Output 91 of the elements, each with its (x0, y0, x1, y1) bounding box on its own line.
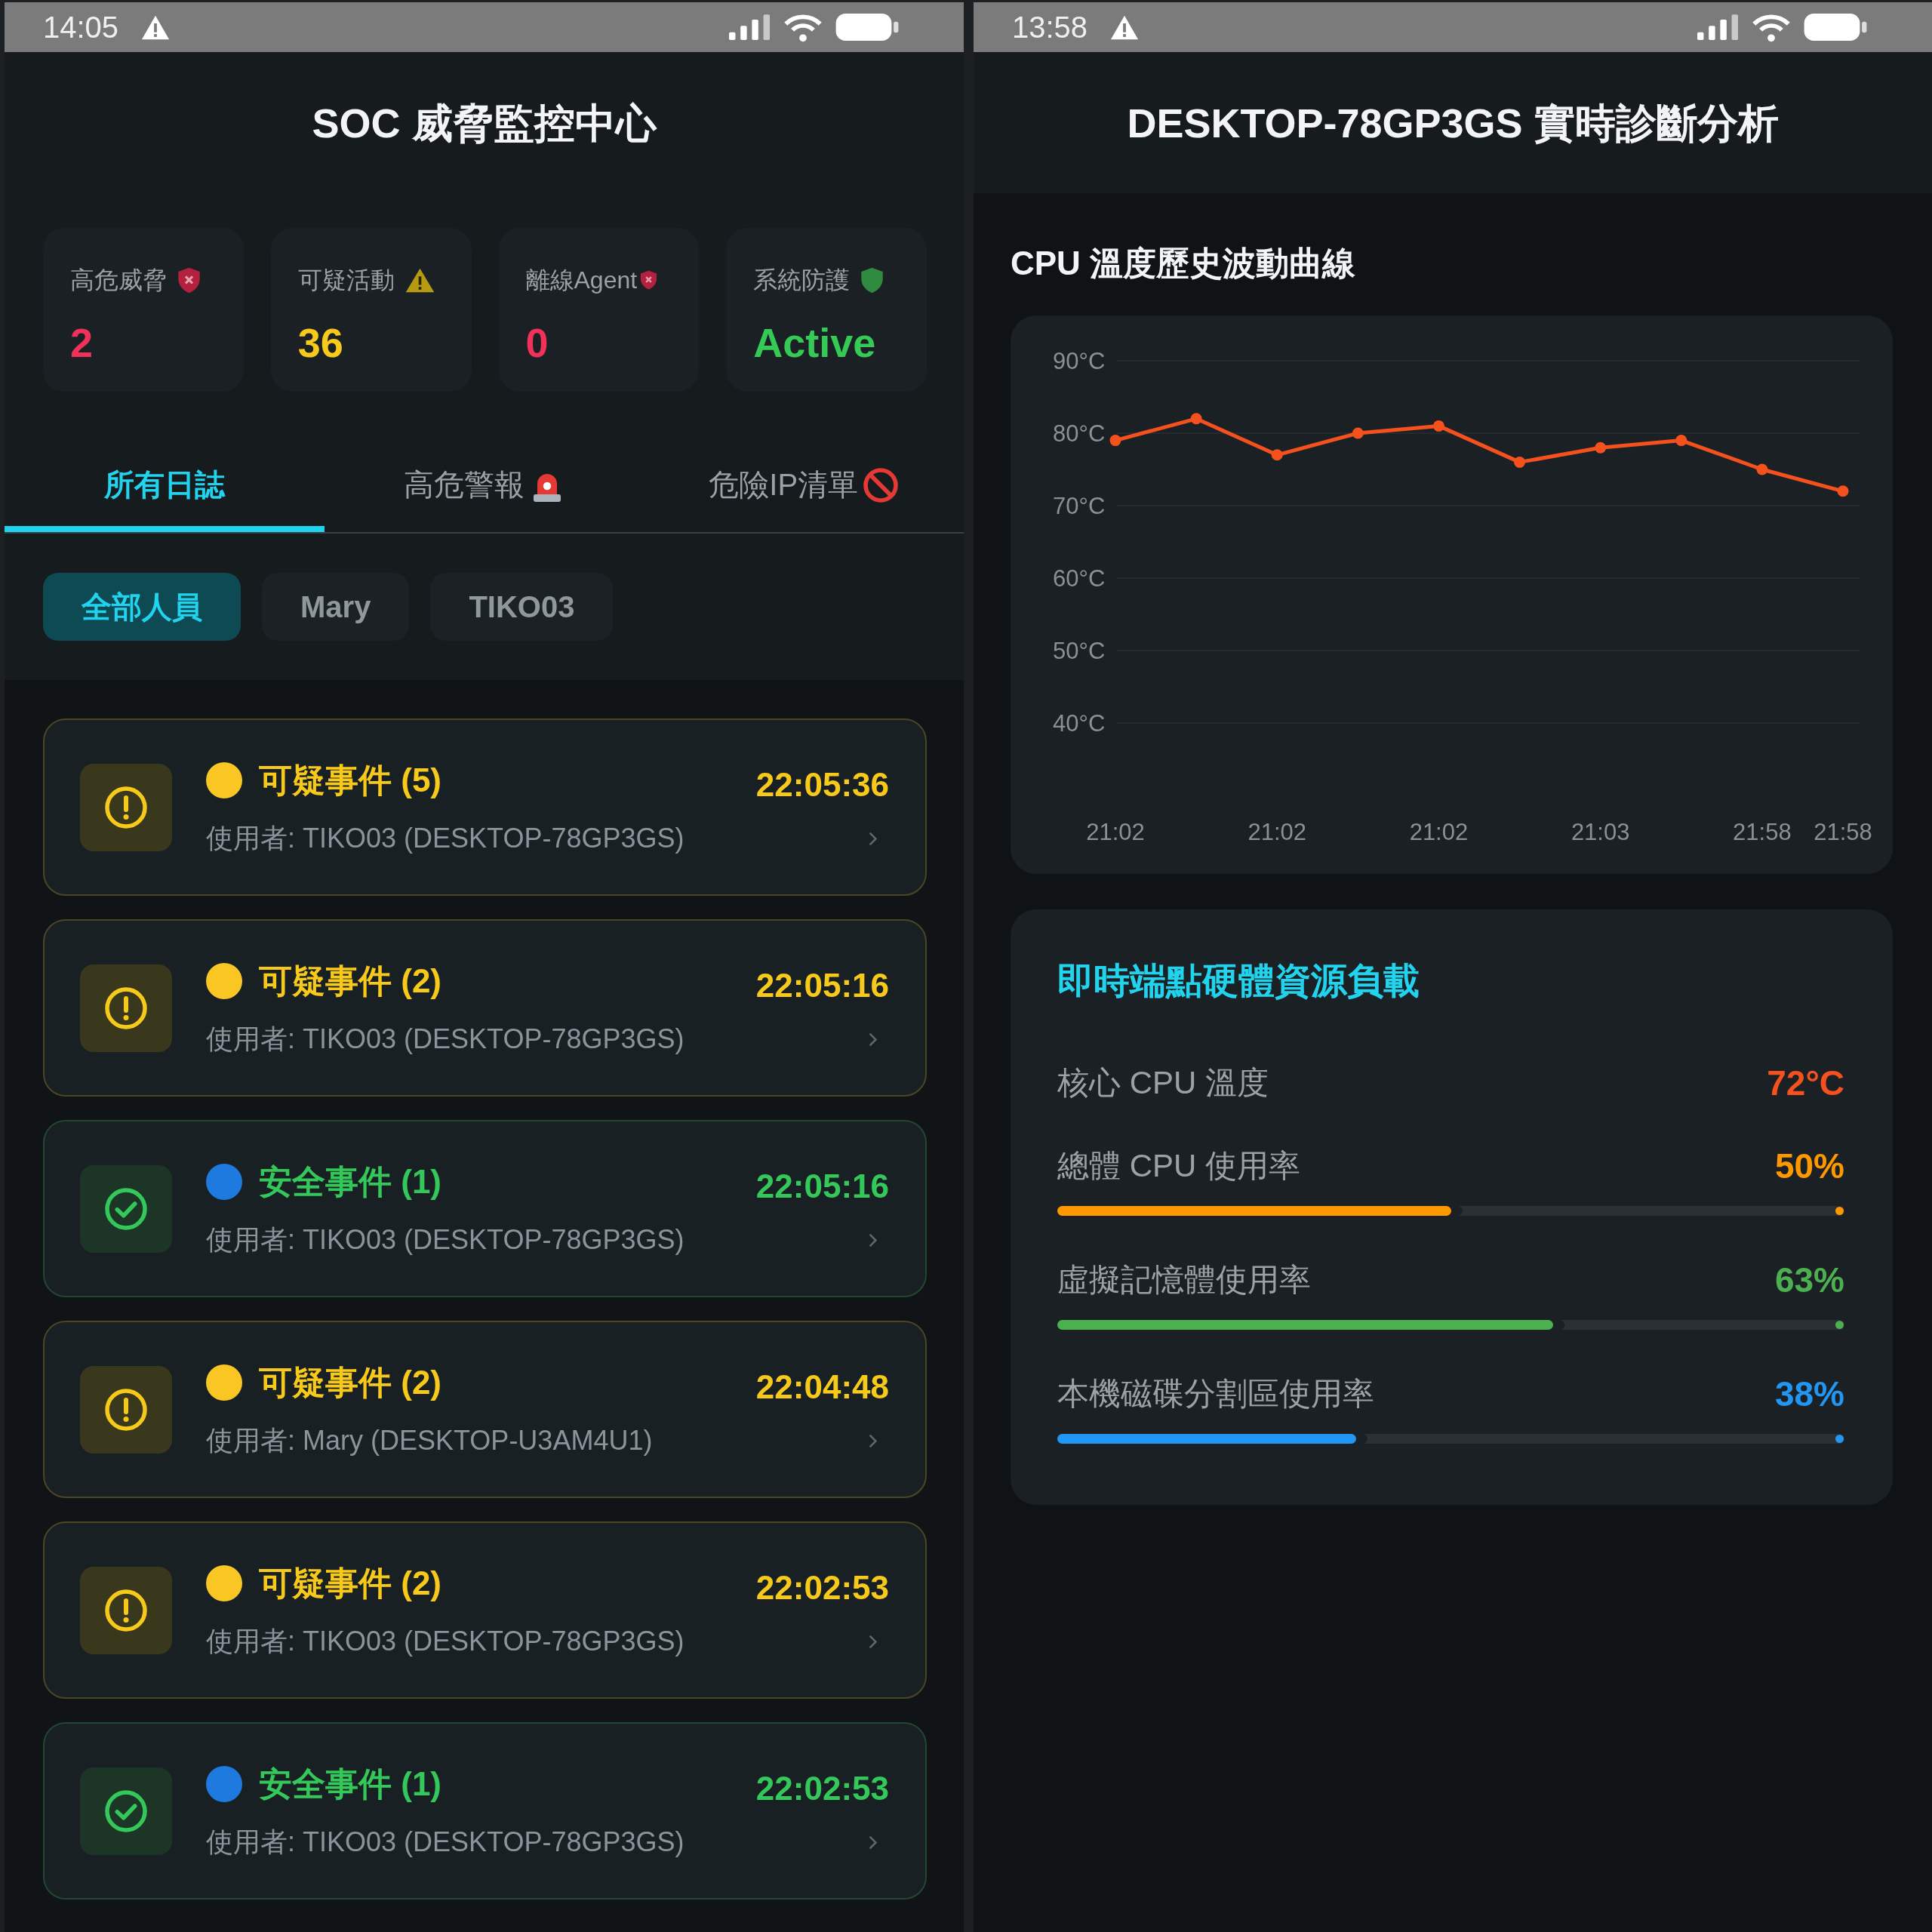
resource-reading: 63% (1774, 1261, 1844, 1299)
chevron-right-icon (868, 1232, 878, 1248)
status-time: 14:05 (43, 10, 119, 45)
axis-label: 21:02 (1409, 818, 1469, 845)
event-user: 使用者: Mary (DESKTOP-U3AM4U1) (206, 1424, 653, 1457)
event-user: 使用者: TIKO03 (DESKTOP-78GP3GS) (206, 1223, 685, 1257)
axis-label: 21:02 (1086, 818, 1145, 845)
chevron-right-icon (868, 1834, 878, 1850)
signal-icon (729, 14, 770, 40)
screen-title: SOC 威脅監控中心 (311, 100, 658, 147)
data-point (1595, 441, 1607, 454)
stat-label: 離線Agent (525, 266, 638, 294)
event-card[interactable]: 安全事件 (1) 22:02:53 使用者: TIKO03 (DESKTOP-78GP3GS) (43, 1722, 927, 1900)
chevron-right-icon (868, 1031, 878, 1048)
axis-label: 80°C (1053, 420, 1106, 447)
prohibited-icon (863, 466, 900, 503)
data-point (1109, 435, 1121, 447)
resource-reading: 38% (1774, 1375, 1844, 1413)
data-point (1432, 420, 1444, 432)
event-time: 22:05:16 (755, 966, 889, 1005)
resource-label: 核心 CPU 溫度 (1057, 1064, 1269, 1102)
chevron-right-icon (868, 1633, 878, 1650)
stat-label: 可疑活動 (297, 266, 395, 294)
event-card[interactable]: 可疑事件 (2) 22:05:16 使用者: TIKO03 (DESKTOP-78GP3GS) (43, 919, 927, 1097)
stat-label: 系統防護 (753, 266, 851, 294)
stat-value: Active (753, 319, 877, 366)
axis-label: 60°C (1053, 565, 1106, 592)
event-title: 可疑事件 (2) (259, 1363, 441, 1402)
event-time: 22:05:16 (755, 1167, 889, 1206)
event-title: 可疑事件 (5) (259, 761, 441, 800)
axis-label: 40°C (1053, 709, 1106, 737)
event-card[interactable]: 可疑事件 (2) 22:02:53 使用者: TIKO03 (DESKTOP-78GP3GS) (43, 1521, 927, 1699)
shield-icon (860, 266, 884, 294)
data-point (1514, 456, 1526, 468)
axis-label: 70°C (1053, 492, 1106, 519)
resource-label: 虛擬記憶體使用率 (1057, 1261, 1311, 1299)
chevron-right-icon (868, 830, 878, 847)
resource-title: 即時端點硬體資源負載 (1057, 962, 1420, 1000)
warning-icon (1110, 14, 1140, 40)
resource-reading: 50% (1774, 1147, 1844, 1185)
warning-icon (405, 267, 435, 293)
filter-chip[interactable]: 全部人員 (43, 573, 241, 641)
event-user: 使用者: TIKO03 (DESKTOP-78GP3GS) (206, 1826, 685, 1859)
data-point (1675, 435, 1687, 447)
stat-value: 36 (297, 319, 344, 366)
status-time: 13:58 (1012, 10, 1088, 45)
stat-label: 高危威脅 (70, 266, 167, 294)
axis-label: 21:58 (1733, 818, 1792, 845)
warning-icon (141, 14, 171, 40)
resource-label: 總體 CPU 使用率 (1057, 1147, 1300, 1185)
axis-label: 21:03 (1571, 818, 1630, 845)
event-user: 使用者: TIKO03 (DESKTOP-78GP3GS) (206, 1625, 685, 1658)
stat-value: 0 (525, 319, 549, 366)
axis-label: 21:58 (1814, 818, 1872, 845)
event-time: 22:05:36 (755, 765, 889, 804)
signal-icon (1697, 14, 1738, 40)
axis-label: 21:02 (1247, 818, 1306, 845)
event-user: 使用者: TIKO03 (DESKTOP-78GP3GS) (206, 822, 685, 855)
filter-chip[interactable]: TIKO03 (430, 573, 614, 641)
data-point (1271, 449, 1283, 461)
data-point (1190, 413, 1202, 425)
shield-x-icon (640, 270, 658, 290)
chevron-right-icon (868, 1432, 878, 1449)
event-time: 22:02:53 (755, 1769, 889, 1808)
screen-title: DESKTOP-78GP3GS 實時診斷分析 (1127, 99, 1779, 147)
battery-icon (835, 14, 899, 41)
event-time: 22:04:48 (755, 1367, 889, 1407)
battery-icon (1804, 14, 1867, 41)
axis-label: 50°C (1053, 637, 1106, 664)
event-title: 可疑事件 (2) (259, 1564, 441, 1603)
resource-reading: 72°C (1767, 1064, 1844, 1102)
event-title: 安全事件 (1) (259, 1162, 441, 1201)
event-title: 安全事件 (1) (259, 1764, 441, 1804)
event-time: 22:02:53 (755, 1568, 889, 1607)
data-point (1352, 427, 1364, 439)
tab[interactable]: 危險IP清單 (644, 444, 964, 532)
event-card[interactable]: 安全事件 (1) 22:05:16 使用者: TIKO03 (DESKTOP-78GP3GS) (43, 1120, 927, 1297)
data-point (1756, 463, 1768, 475)
data-point (1837, 485, 1849, 497)
axis-label: 90°C (1053, 347, 1106, 374)
chart-title: CPU 溫度歷史波動曲線 (1011, 244, 1357, 283)
stat-value: 2 (70, 319, 94, 366)
tab[interactable]: 高危警報 (324, 444, 645, 532)
filter-chip[interactable]: Mary (262, 573, 410, 641)
resource-label: 本機磁碟分割區使用率 (1057, 1375, 1374, 1413)
event-user: 使用者: TIKO03 (DESKTOP-78GP3GS) (206, 1023, 685, 1056)
event-card[interactable]: 可疑事件 (2) 22:04:48 使用者: Mary (DESKTOP-U3AM4U1) (43, 1321, 927, 1498)
shield-x-icon (177, 266, 201, 294)
event-title: 可疑事件 (2) (259, 961, 441, 1001)
tab[interactable]: 所有日誌 (5, 444, 325, 532)
event-card[interactable]: 可疑事件 (5) 22:05:36 使用者: TIKO03 (DESKTOP-78GP3GS) (43, 718, 927, 896)
